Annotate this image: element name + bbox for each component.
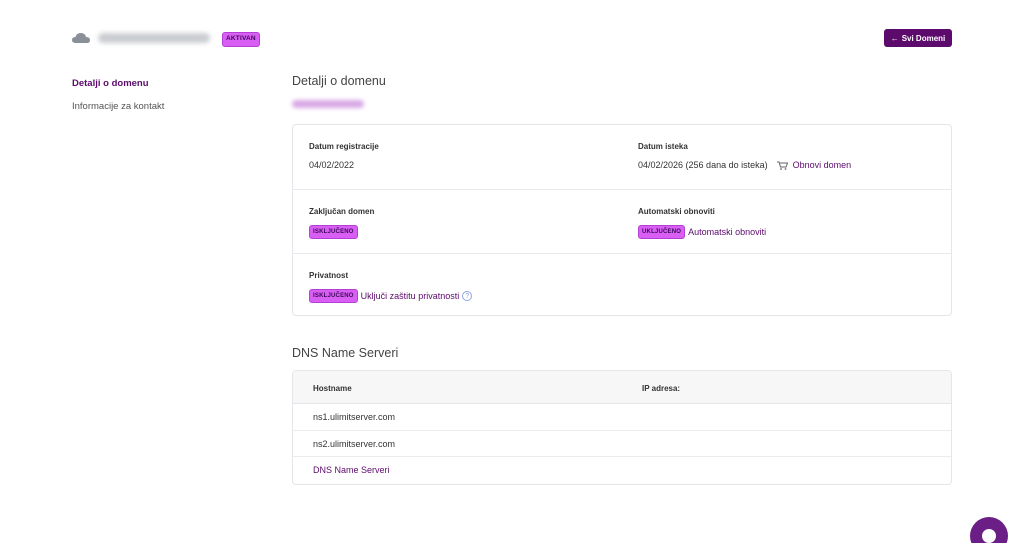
auto-renew-badge: UKLJUČENO [638, 225, 686, 239]
privacy-badge: ISKLJUČENO [309, 289, 358, 303]
domain-name-blurred [98, 33, 210, 43]
all-domains-label: Svi Domeni [901, 33, 946, 43]
details-row: Privatnost ISKLJUČENO Uključi zaštitu pr… [293, 253, 951, 317]
auto-renew-link[interactable]: Automatski obnoviti [688, 227, 766, 237]
page-header: AKTIVAN ← Svi Domeni [0, 0, 1024, 60]
enable-privacy-link[interactable]: Uključi zaštitu privatnosti [361, 291, 460, 301]
expiry-value: 04/02/2026 (256 dana do isteka) [638, 160, 768, 170]
sidebar: Detalji o domenu Informacije za kontakt [72, 78, 252, 124]
sidebar-item-contact-info[interactable]: Informacije za kontakt [72, 101, 252, 124]
auto-renew-value: UKLJUČENO Automatski obnoviti [638, 225, 766, 239]
expiry-value-line: 04/02/2026 (256 dana do isteka) Obnovi d… [638, 160, 851, 170]
domain-subtitle-blurred [292, 100, 364, 108]
domain-lock-label: Zaključan domen [309, 207, 375, 216]
dns-section-title: DNS Name Serveri [292, 346, 399, 360]
domain-lock-value: ISKLJUČENO [309, 225, 374, 239]
main-content: Detalji o domenu Datum registracije 04/0… [292, 74, 952, 485]
dns-table: Hostname IP adresa: ns1.ulimitserver.com… [292, 370, 952, 485]
chat-icon [982, 529, 996, 543]
page-title: Detalji o domenu [292, 74, 386, 88]
table-row: ns2.ulimitserver.com [293, 431, 951, 457]
registration-cell: Datum registracije 04/02/2022 [309, 142, 379, 170]
details-row: Zaključan domen ISKLJUČENO Automatski ob… [293, 189, 951, 253]
lock-cell: Zaključan domen ISKLJUČENO [309, 207, 374, 239]
renew-domain-link[interactable]: Obnovi domen [793, 160, 852, 170]
dns-name-servers-link[interactable]: DNS Name Serveri [313, 465, 390, 475]
all-domains-button[interactable]: ← Svi Domeni [884, 29, 952, 47]
table-header: Hostname IP adresa: [293, 371, 951, 404]
auto-renew-cell: Automatski obnoviti UKLJUČENO Automatski… [638, 207, 766, 239]
column-hostname: Hostname [313, 384, 352, 393]
expiry-cell: Datum isteka 04/02/2026 (256 dana do ist… [638, 142, 851, 170]
privacy-label: Privatnost [309, 271, 349, 280]
privacy-value: ISKLJUČENO Uključi zaštitu privatnosti ? [309, 289, 473, 303]
cloud-icon [72, 33, 90, 43]
status-badge: AKTIVAN [222, 32, 260, 47]
help-icon[interactable]: ? [462, 291, 473, 301]
registration-value: 04/02/2022 [309, 160, 355, 170]
auto-renew-label: Automatski obnoviti [638, 207, 715, 216]
domain-details-card: Datum registracije 04/02/2022 Datum iste… [292, 124, 952, 316]
cart-icon [776, 161, 788, 170]
expiry-label: Datum isteka [638, 142, 688, 151]
sidebar-item-domain-details[interactable]: Detalji o domenu [72, 78, 252, 101]
domain-lock-badge: ISKLJUČENO [309, 225, 358, 239]
table-row: ns1.ulimitserver.com [293, 404, 951, 431]
registration-label: Datum registracije [309, 142, 379, 151]
chat-button[interactable] [970, 517, 1008, 543]
hostname-cell: ns2.ulimitserver.com [313, 438, 396, 449]
details-row: Datum registracije 04/02/2022 Datum iste… [293, 125, 951, 189]
column-ip-address: IP adresa: [642, 384, 681, 393]
table-row: DNS Name Serveri [293, 457, 951, 484]
hostname-cell: ns1.ulimitserver.com [313, 412, 396, 422]
arrow-left-icon: ← [890, 33, 899, 43]
privacy-cell: Privatnost ISKLJUČENO Uključi zaštitu pr… [309, 271, 473, 303]
